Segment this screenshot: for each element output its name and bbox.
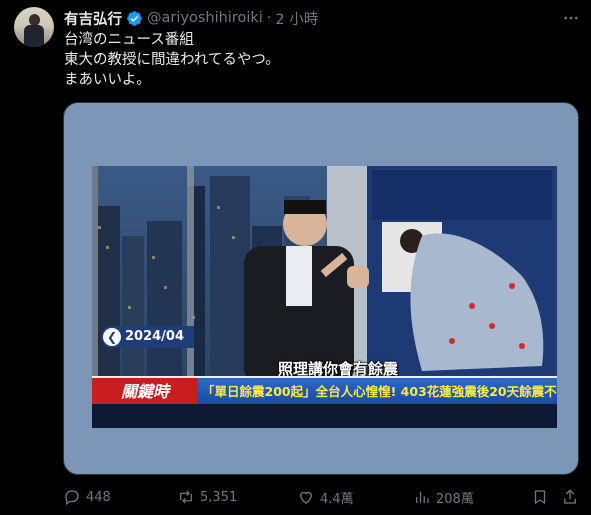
ticker-bottom-bar — [92, 404, 557, 428]
handle[interactable]: @ariyoshihiroiki — [147, 10, 263, 26]
ticker-headline: 「單日餘震200起」全台人心惶惶! 403花蓮強震後20天餘震不但變頻繁還變強? — [202, 384, 557, 399]
repost-icon — [180, 490, 192, 504]
reply-icon — [65, 490, 79, 506]
repost-count: 5,351 — [200, 489, 238, 505]
chevron-left-icon: ❮ — [103, 328, 121, 346]
tweet-text-line: 台湾のニュース番組 — [64, 32, 194, 48]
tweet-text-line: 東大の教授に間違われてるやつ。 — [64, 52, 280, 68]
views-button[interactable]: 208萬 — [413, 487, 474, 507]
share-button[interactable] — [561, 487, 579, 507]
repost-button[interactable]: 5,351 — [177, 487, 237, 507]
separator: · — [266, 10, 272, 26]
bookmark-button[interactable] — [531, 487, 549, 507]
date-tag: ❮ 2024/04 — [101, 326, 195, 348]
tweet: 有吉弘行 @ariyoshihiroiki · 2 小時 台湾のニュース番組 東… — [0, 0, 591, 515]
video-frame[interactable]: ❮ 2024/04 照理講你會有餘震 關鍵時 「單日餘震200起」全台人心惶惶!… — [92, 166, 557, 428]
action-bar: 448 5,351 4.4萬 208萬 — [63, 487, 583, 507]
share-icon — [564, 489, 576, 504]
views-icon — [416, 491, 429, 503]
tweet-header: 有吉弘行 @ariyoshihiroiki · 2 小時 — [64, 8, 318, 28]
tweet-text-line: まあいいよ。 — [64, 72, 151, 88]
like-button[interactable]: 4.4萬 — [297, 487, 354, 507]
views-count: 208萬 — [436, 491, 474, 507]
more-button[interactable] — [561, 8, 581, 28]
reply-button[interactable]: 448 — [63, 487, 111, 507]
tweet-text: 台湾のニュース番組 東大の教授に間違われてるやつ。 まあいいよ。 — [64, 30, 574, 90]
news-ticker: 關鍵時 「單日餘震200起」全台人心惶惶! 403花蓮強震後20天餘震不但變頻繁… — [92, 376, 557, 406]
like-count: 4.4萬 — [320, 491, 354, 507]
bookmark-icon — [534, 490, 546, 505]
date-text: 2024/04 — [125, 329, 185, 344]
program-logo: 關鍵時 — [92, 378, 198, 406]
verified-badge-icon — [127, 10, 142, 26]
reply-count: 448 — [86, 489, 111, 505]
more-icon — [564, 16, 578, 20]
display-name[interactable]: 有吉弘行 — [64, 8, 122, 29]
like-icon — [300, 491, 312, 504]
avatar[interactable] — [14, 7, 54, 47]
media-container[interactable]: ❮ 2024/04 照理講你會有餘震 關鍵時 「單日餘震200起」全台人心惶惶!… — [63, 102, 579, 475]
timestamp[interactable]: 2 小時 — [275, 8, 318, 29]
